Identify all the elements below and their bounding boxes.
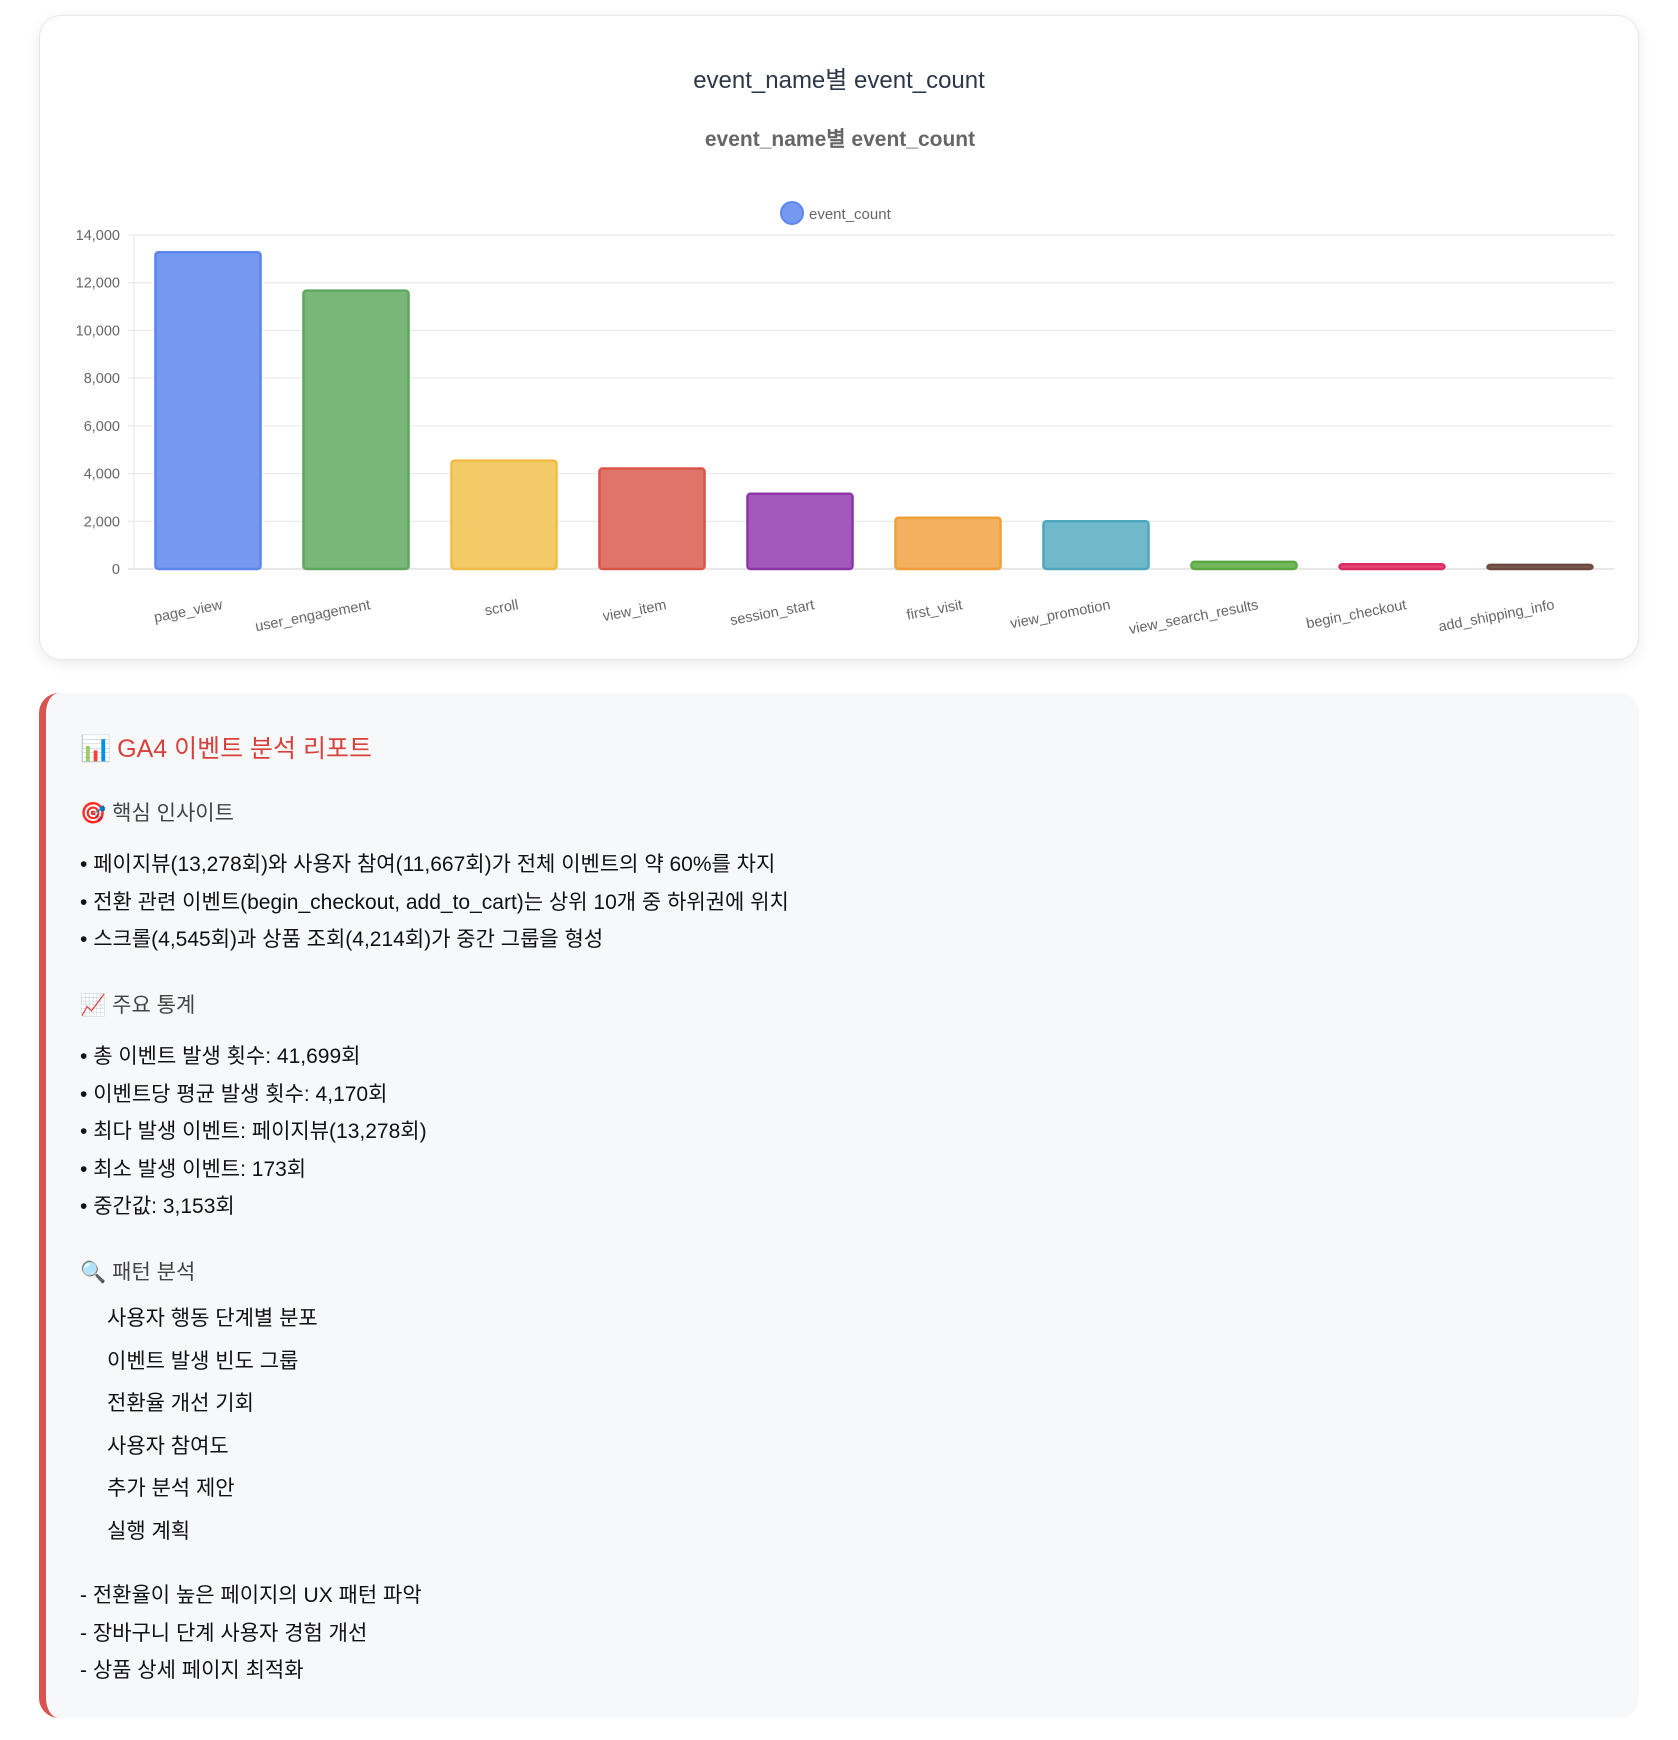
- list-item: 사용자 참여도: [107, 1434, 229, 1458]
- list-item: 추가 분석 제안: [107, 1477, 235, 1501]
- bar-chart-icon: 📊: [80, 735, 112, 763]
- list-item: - 장바구니 단계 사용자 경험 개선: [80, 1621, 368, 1645]
- bar-page_view: [154, 250, 262, 571]
- insights-list: 페이지뷰(13,278회)와 사용자 참여(11,667회)가 전체 이벤트의 …: [80, 846, 789, 959]
- bar-chart: event_name별 event_count event_count 0 2,000…: [76, 128, 1614, 638]
- legend-label: event_count: [809, 206, 892, 223]
- bar-first_visit: [894, 516, 1002, 571]
- search-icon: 🔍: [80, 1261, 107, 1284]
- bar-begin_checkout: [1338, 562, 1446, 571]
- list-item: 전환율 개선 기회: [107, 1392, 254, 1416]
- x-tick-label: user_engagement: [254, 597, 372, 635]
- bar-add_shipping_info: [1486, 563, 1594, 571]
- y-tick-label: 12,000: [76, 276, 120, 292]
- trend-up-icon: 📈: [80, 994, 107, 1017]
- list-item: - 전환율이 높은 페이지의 UX 패턴 파악: [80, 1584, 422, 1607]
- legend-swatch: [780, 201, 804, 225]
- stats-heading: 📈 주요 통계: [80, 989, 195, 1019]
- y-tick-label: 14,000: [76, 228, 120, 244]
- x-tick-label: page_view: [153, 597, 225, 626]
- stats-heading-text: 주요 통계: [112, 994, 196, 1017]
- bar-view_search_results: [1190, 560, 1298, 571]
- y-tick-label: 10,000: [76, 323, 120, 339]
- list-item: 페이지뷰(13,278회)와 사용자 참여(11,667회)가 전체 이벤트의 …: [80, 846, 789, 884]
- list-item: 총 이벤트 발생 횟수: 41,699회: [80, 1038, 427, 1076]
- y-tick-label: 2,000: [84, 514, 120, 530]
- y-tick-label: 4,000: [84, 467, 120, 483]
- y-tick-label: 6,000: [84, 419, 120, 435]
- target-icon: 🎯: [80, 802, 107, 825]
- stats-list: 총 이벤트 발생 횟수: 41,699회 이벤트당 평균 발생 횟수: 4,17…: [80, 1038, 427, 1226]
- x-tick-label: begin_checkout: [1305, 597, 1408, 632]
- list-item: 최소 발생 이벤트: 173회: [80, 1151, 427, 1189]
- patterns-list: 사용자 행동 단계별 분포 이벤트 발생 빈도 그룹 전환율 개선 기회 사용자…: [107, 1298, 318, 1554]
- list-item: 전환 관련 이벤트(begin_checkout, add_to_cart)는 …: [80, 884, 789, 922]
- list-item: 이벤트당 평균 발생 횟수: 4,170회: [80, 1076, 427, 1114]
- patterns-heading-text: 패턴 분석: [112, 1261, 196, 1284]
- list-item: 사용자 행동 단계별 분포: [107, 1307, 318, 1330]
- list-item: 최다 발생 이벤트: 페이지뷰(13,278회): [80, 1113, 426, 1151]
- list-item: - 상품 상세 페이지 최적화: [80, 1659, 304, 1682]
- chart-title: event_name별 event_count: [705, 128, 975, 151]
- bar-view_item: [598, 467, 706, 571]
- list-item: 중간값: 3,153회: [80, 1188, 427, 1226]
- insights-heading: 🎯 핵심 인사이트: [80, 797, 234, 827]
- x-tick-label: view_promotion: [1009, 597, 1112, 632]
- y-tick-label: 0: [112, 562, 120, 578]
- bar-scroll: [450, 459, 558, 571]
- bar-user_engagement: [302, 289, 410, 571]
- bar-session_start: [746, 492, 854, 571]
- x-tick-label: first_visit: [905, 597, 963, 623]
- x-tick-label: add_shipping_info: [1437, 597, 1556, 635]
- report-title-text: GA4 이벤트 분석 리포트: [117, 735, 373, 763]
- x-tick-label: view_search_results: [1128, 597, 1260, 638]
- list-item: 실행 계획: [107, 1519, 191, 1543]
- patterns-heading: 🔍 패턴 분석: [80, 1256, 195, 1286]
- chart-card: event_name별 event_count event_name별 even…: [39, 15, 1639, 660]
- insights-heading-text: 핵심 인사이트: [112, 802, 234, 825]
- list-item: 이벤트 발생 빈도 그룹: [107, 1349, 299, 1373]
- x-tick-label: scroll: [483, 597, 519, 619]
- action-list: - 전환율이 높은 페이지의 UX 패턴 파악 - 장바구니 단계 사용자 경험…: [80, 1577, 422, 1690]
- report-card: 📊GA4 이벤트 분석 리포트 🎯핵심 인사이트 페이지뷰(13,278회)와 …: [39, 693, 1639, 1718]
- report-title: 📊 GA4 이벤트 분석 리포트: [80, 729, 372, 765]
- bar-view_promotion: [1042, 520, 1150, 571]
- y-tick-label: 8,000: [84, 371, 120, 387]
- x-tick-label: view_item: [601, 597, 667, 625]
- list-item: 스크롤(4,545회)과 상품 조회(4,214회)가 중간 그룹을 형성: [80, 921, 789, 959]
- x-tick-label: session_start: [729, 597, 816, 629]
